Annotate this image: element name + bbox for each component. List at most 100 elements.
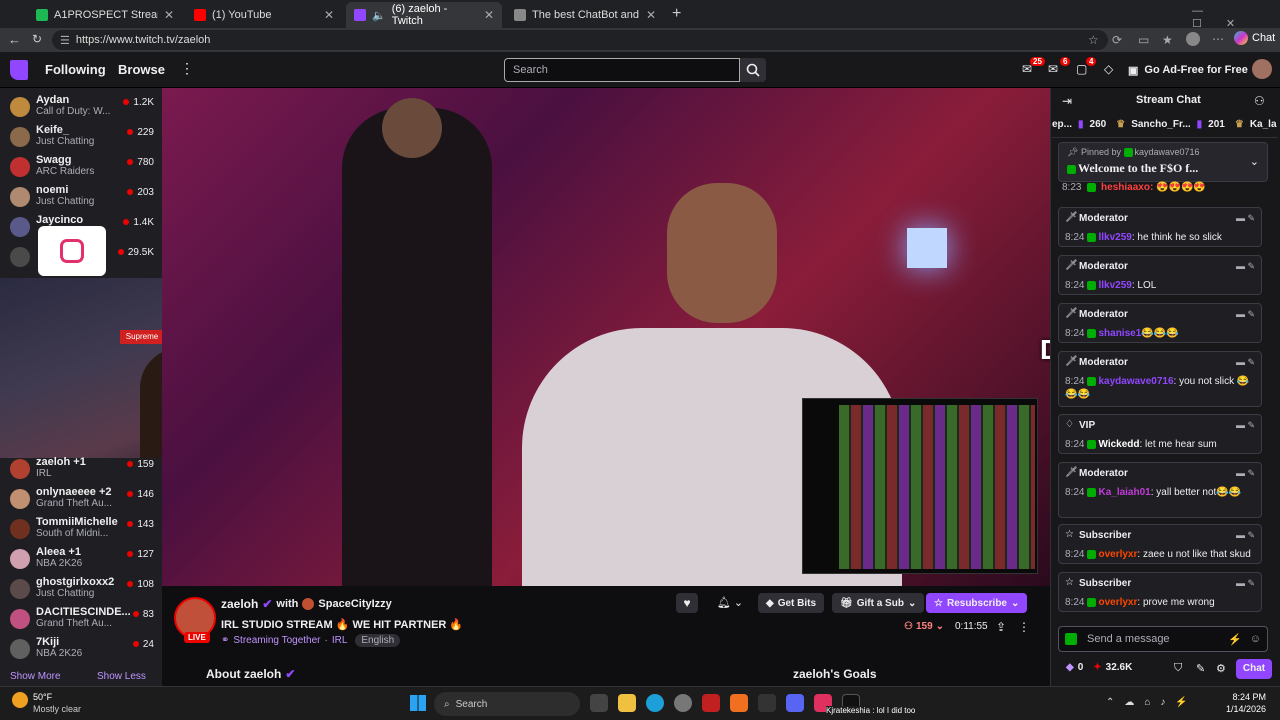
chevron-down-icon[interactable]: ⌄ bbox=[1250, 155, 1259, 168]
more-options-icon[interactable]: ⋮ bbox=[1018, 620, 1030, 634]
resubscribe-button[interactable]: ☆ Resubscribe ⌄ bbox=[926, 593, 1028, 613]
leaderboard-name[interactable]: Ka_la bbox=[1250, 119, 1277, 130]
streaming-together-link[interactable]: Streaming Together bbox=[233, 635, 320, 646]
sidebar-channel[interactable]: zaeloh +1 IRL 159 bbox=[8, 455, 156, 485]
split-screen-icon[interactable]: ▭ bbox=[1138, 33, 1149, 47]
message-actions-icon[interactable]: ▬ ✎ bbox=[1236, 530, 1255, 541]
message-actions-icon[interactable]: ▬ ✎ bbox=[1236, 357, 1255, 368]
search-button[interactable] bbox=[740, 58, 766, 82]
favorites-icon[interactable]: ★ bbox=[1162, 33, 1173, 47]
chat-message-card[interactable]: ♢ VIP ▬ ✎ 8:24 Wickedd: let me hear sum bbox=[1058, 414, 1262, 454]
chat-message-card[interactable]: 🗡︎ Moderator ▬ ✎ 8:24 kaydawave0716: you not… bbox=[1058, 351, 1262, 407]
weather-icon[interactable] bbox=[12, 692, 28, 708]
message-actions-icon[interactable]: ▬ ✎ bbox=[1236, 261, 1255, 272]
community-icon[interactable]: ⚇ bbox=[1254, 94, 1265, 108]
browser-tab-a1prospect[interactable]: A1PROSPECT Stream - Watch Live ✕ bbox=[28, 2, 182, 28]
category-link[interactable]: IRL bbox=[332, 635, 348, 646]
user-avatar[interactable] bbox=[1252, 59, 1272, 79]
browser-tab-zaeloh[interactable]: 🔈 (6) zaeloh - Twitch ✕ bbox=[346, 2, 502, 28]
close-icon[interactable]: ✕ bbox=[324, 8, 334, 22]
sidebar-channel[interactable]: 7Kiji NBA 2K26 24 bbox=[8, 635, 156, 665]
close-icon[interactable]: ✕ bbox=[164, 8, 174, 22]
emote-icon[interactable]: ☺ bbox=[1250, 633, 1261, 645]
share-icon[interactable]: ⇪ bbox=[996, 620, 1006, 634]
twitch-logo-icon[interactable] bbox=[10, 60, 28, 80]
message-actions-icon[interactable]: ▬ ✎ bbox=[1236, 309, 1255, 320]
message-user[interactable]: kaydawave0716 bbox=[1098, 376, 1173, 387]
chat-message-card[interactable]: ☆ Subscriber ▬ ✎ 8:24 overlyxr: zaee u not l… bbox=[1058, 524, 1262, 564]
send-chat-button[interactable]: Chat bbox=[1236, 659, 1272, 679]
notifications-bell-button[interactable]: 🔔︎ ⌄ bbox=[712, 593, 748, 613]
video-player[interactable]: DAILY SUBS: 10/20 bbox=[162, 88, 1050, 586]
new-tab-button[interactable]: + bbox=[672, 5, 681, 23]
taskbar-search[interactable]: ⌕ Search bbox=[434, 692, 580, 716]
notifications-icon[interactable]: ▢ bbox=[1076, 62, 1087, 76]
window-controls[interactable]: —☐✕ bbox=[1192, 5, 1280, 30]
speaker-icon[interactable]: 🔈 bbox=[372, 9, 386, 22]
message-user[interactable]: overlyxr bbox=[1098, 597, 1137, 608]
prime-gem-icon[interactable]: ◇ bbox=[1104, 62, 1113, 76]
message-user[interactable]: llkv259 bbox=[1098, 280, 1131, 291]
message-actions-icon[interactable]: ▬ ✎ bbox=[1236, 468, 1255, 479]
profile-avatar[interactable] bbox=[1186, 32, 1200, 46]
sidebar-channel[interactable]: Keife_ Just Chatting 229 bbox=[8, 123, 156, 153]
streamer-name[interactable]: zaeloh bbox=[221, 597, 258, 611]
more-vertical-icon[interactable]: ⋮ bbox=[180, 60, 194, 77]
message-actions-icon[interactable]: ▬ ✎ bbox=[1236, 213, 1255, 224]
chat-message-card[interactable]: 🗡︎ Moderator ▬ ✎ 8:24 shanise1😂😂😂 bbox=[1058, 303, 1262, 343]
more-icon[interactable]: ⋯ bbox=[1212, 32, 1224, 46]
show-less-link[interactable]: Show Less bbox=[97, 671, 146, 682]
close-icon[interactable]: ✕ bbox=[484, 8, 494, 22]
search-input[interactable]: Search bbox=[504, 58, 740, 82]
chat-message-card[interactable]: 🗡︎ Moderator ▬ ✎ 8:24 llkv259: LOL bbox=[1058, 255, 1262, 295]
star-icon[interactable]: ☆ bbox=[1088, 33, 1099, 47]
message-user[interactable]: llkv259 bbox=[1098, 232, 1131, 243]
task-view-icon[interactable] bbox=[590, 694, 608, 712]
close-icon[interactable]: ✕ bbox=[646, 8, 656, 22]
leaderboard-name[interactable]: ep... bbox=[1052, 119, 1072, 130]
discord-icon[interactable] bbox=[786, 694, 804, 712]
message-actions-icon[interactable]: ▬ ✎ bbox=[1236, 420, 1255, 431]
message-user[interactable]: Ka_laiah01 bbox=[1098, 487, 1150, 498]
chat-message-card[interactable]: ☆ Subscriber ▬ ✎ 8:24 overlyxr: prove me wro… bbox=[1058, 572, 1262, 612]
system-tray-icons[interactable]: ⌃☁⌂♪⚡ bbox=[1106, 697, 1198, 708]
edge-icon[interactable] bbox=[646, 694, 664, 712]
site-info-icon[interactable]: ☰ bbox=[60, 34, 70, 47]
sidebar-channel[interactable]: TommiiMichelle South of Midni... 143 bbox=[8, 515, 156, 545]
language-tag[interactable]: English bbox=[355, 634, 401, 647]
shield-icon[interactable]: ⛉ bbox=[1174, 662, 1182, 675]
browser-tab-chatbot[interactable]: The best ChatBot and Widgets for ✕ bbox=[506, 2, 664, 28]
pen-icon[interactable]: ✎ bbox=[1196, 662, 1205, 675]
pinned-message[interactable]: 📌︎ Pinned by kaydawave0716 Welcome to th… bbox=[1058, 142, 1268, 182]
chat-message-card[interactable]: 🗡︎ Moderator ▬ ✎ 8:24 Ka_laiah01: yall bette… bbox=[1058, 462, 1262, 518]
collapse-chat-icon[interactable]: ⇥ bbox=[1062, 94, 1072, 108]
collab-name[interactable]: SpaceCityIzzy bbox=[318, 598, 391, 610]
copilot-chat-button[interactable]: Chat bbox=[1234, 31, 1275, 45]
nav-following[interactable]: Following bbox=[45, 62, 106, 77]
message-user[interactable]: overlyxr bbox=[1098, 549, 1137, 560]
back-icon[interactable]: ← bbox=[8, 32, 21, 47]
chat-input[interactable]: Send a message ⚡ ☺ bbox=[1058, 626, 1268, 652]
message-user[interactable]: shanise1 bbox=[1098, 328, 1141, 339]
show-more-link[interactable]: Show More bbox=[10, 671, 61, 682]
sidebar-channel[interactable]: Aleea +1 NBA 2K26 127 bbox=[8, 545, 156, 575]
message-actions-icon[interactable]: ▬ ✎ bbox=[1236, 578, 1255, 589]
app-icon[interactable] bbox=[758, 694, 776, 712]
sidebar-channel[interactable]: DACITIESCINDE... Grand Theft Au... 83 bbox=[8, 605, 156, 635]
browser-tab-youtube[interactable]: (1) YouTube ✕ bbox=[186, 2, 342, 28]
windows-start-icon[interactable] bbox=[410, 695, 426, 711]
go-ad-free-button[interactable]: ▣ Go Ad-Free for Free bbox=[1128, 58, 1248, 82]
message-user[interactable]: Wickedd bbox=[1098, 439, 1139, 450]
channel-points[interactable]: ◆ 0 ✦ 32.6K bbox=[1066, 662, 1132, 673]
whispers-icon[interactable]: ✉ bbox=[1048, 62, 1058, 76]
file-explorer-icon[interactable] bbox=[618, 694, 636, 712]
bits-cheer-icon[interactable]: ⚡ bbox=[1228, 633, 1242, 646]
get-bits-button[interactable]: ◆ Get Bits bbox=[758, 593, 825, 613]
leaderboard-name[interactable]: Sancho_Fr... bbox=[1131, 119, 1190, 130]
app-icon[interactable] bbox=[702, 694, 720, 712]
sidebar-channel[interactable]: Swagg ARC Raiders 780 bbox=[8, 153, 156, 183]
follow-heart-button[interactable]: ♥ bbox=[676, 593, 698, 613]
app-icon[interactable] bbox=[730, 694, 748, 712]
gift-sub-button[interactable]: 🎁︎ Gift a Sub ⌄ bbox=[832, 593, 925, 613]
refresh-page-icon[interactable]: ⟳ bbox=[1112, 33, 1122, 47]
